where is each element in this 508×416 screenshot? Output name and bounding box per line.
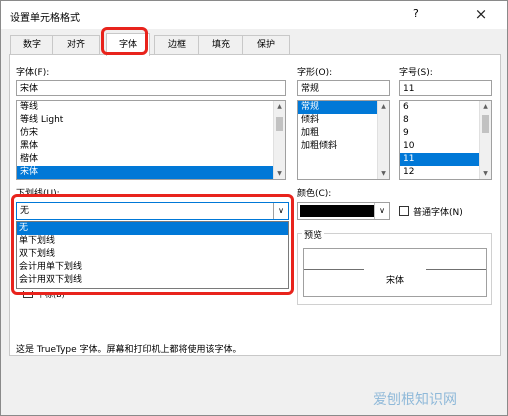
scroll-up-icon[interactable]: ▲ (378, 101, 389, 112)
style-input[interactable]: 常规 (297, 80, 390, 96)
list-item[interactable]: 10 (400, 140, 491, 153)
list-item[interactable]: 9 (400, 127, 491, 140)
size-list[interactable]: 6 8 9 10 11 12 ▲ ▼ (399, 100, 492, 180)
watermark-text: 爱刨根知识网 (373, 392, 457, 408)
list-item[interactable]: 等线 (17, 101, 285, 114)
color-label: 颜色(C): (297, 189, 332, 199)
scroll-thumb[interactable] (482, 115, 489, 133)
tab-highlight (101, 27, 148, 55)
list-item[interactable]: 6 (400, 101, 491, 114)
list-item[interactable]: 加粗 (298, 127, 389, 140)
list-item-selected[interactable]: 常规 (298, 101, 378, 114)
style-list-scrollbar[interactable]: ▲ ▼ (377, 101, 389, 179)
tab-protection[interactable]: 保护 (242, 35, 290, 54)
style-label: 字形(O): (297, 68, 333, 78)
font-label: 字体(F): (16, 68, 50, 78)
dialog-title: 设置单元格格式 (10, 13, 80, 24)
help-button[interactable]: ? (413, 7, 419, 20)
color-picker[interactable]: ∨ (297, 202, 390, 220)
scroll-up-icon[interactable]: ▲ (480, 101, 491, 112)
truetype-note: 这是 TrueType 字体。屏幕和打印机上都将使用该字体。 (16, 345, 242, 355)
tab-border[interactable]: 边框 (154, 35, 200, 54)
size-label: 字号(S): (399, 68, 433, 78)
preview-box: 宋体 (303, 248, 487, 297)
preview-baseline-left (304, 269, 364, 270)
list-item[interactable]: 仿宋 (17, 127, 285, 140)
tab-number[interactable]: 数字 (10, 35, 54, 54)
normal-font-checkbox[interactable] (399, 206, 409, 216)
list-item-selected[interactable]: 宋体 (17, 166, 285, 179)
close-button[interactable]: × (461, 3, 501, 25)
title-bar: 设置单元格格式 ? × (1, 1, 507, 29)
size-input[interactable]: 11 (399, 80, 492, 96)
tab-fill[interactable]: 填充 (198, 35, 244, 54)
size-list-scrollbar[interactable]: ▲ ▼ (479, 101, 491, 179)
scroll-down-icon[interactable]: ▼ (274, 168, 285, 179)
font-list[interactable]: 等线 等线 Light 仿宋 黑体 楷体 宋体 ▲ ▼ (16, 100, 286, 180)
tab-alignment[interactable]: 对齐 (52, 35, 100, 54)
list-item[interactable]: 等线 Light (17, 114, 285, 127)
normal-font-label: 普通字体(N) (413, 208, 463, 218)
scroll-up-icon[interactable]: ▲ (274, 101, 285, 112)
style-list[interactable]: 常规 倾斜 加粗 加粗倾斜 ▲ ▼ (297, 100, 390, 180)
color-swatch (300, 205, 374, 217)
list-item[interactable]: 倾斜 (298, 114, 389, 127)
preview-label: 预览 (302, 228, 325, 241)
scroll-thumb[interactable] (276, 117, 283, 131)
underline-highlight (11, 194, 294, 295)
chevron-down-icon[interactable]: ∨ (374, 203, 389, 219)
preview-text: 宋体 (385, 276, 404, 286)
scroll-down-icon[interactable]: ▼ (480, 168, 491, 179)
list-item[interactable]: 黑体 (17, 140, 285, 153)
list-item[interactable]: 8 (400, 114, 491, 127)
list-item[interactable]: 12 (400, 166, 491, 179)
list-item[interactable]: 楷体 (17, 153, 285, 166)
font-list-scrollbar[interactable]: ▲ ▼ (273, 101, 285, 179)
format-cells-dialog: 设置单元格格式 ? × 数字 对齐 字体 边框 填充 保护 字体(F): 宋体 … (0, 0, 508, 416)
list-item[interactable]: 加粗倾斜 (298, 140, 389, 153)
preview-baseline-right (426, 269, 486, 270)
list-item-selected[interactable]: 11 (400, 153, 480, 166)
scroll-down-icon[interactable]: ▼ (378, 168, 389, 179)
font-input[interactable]: 宋体 (16, 80, 286, 96)
